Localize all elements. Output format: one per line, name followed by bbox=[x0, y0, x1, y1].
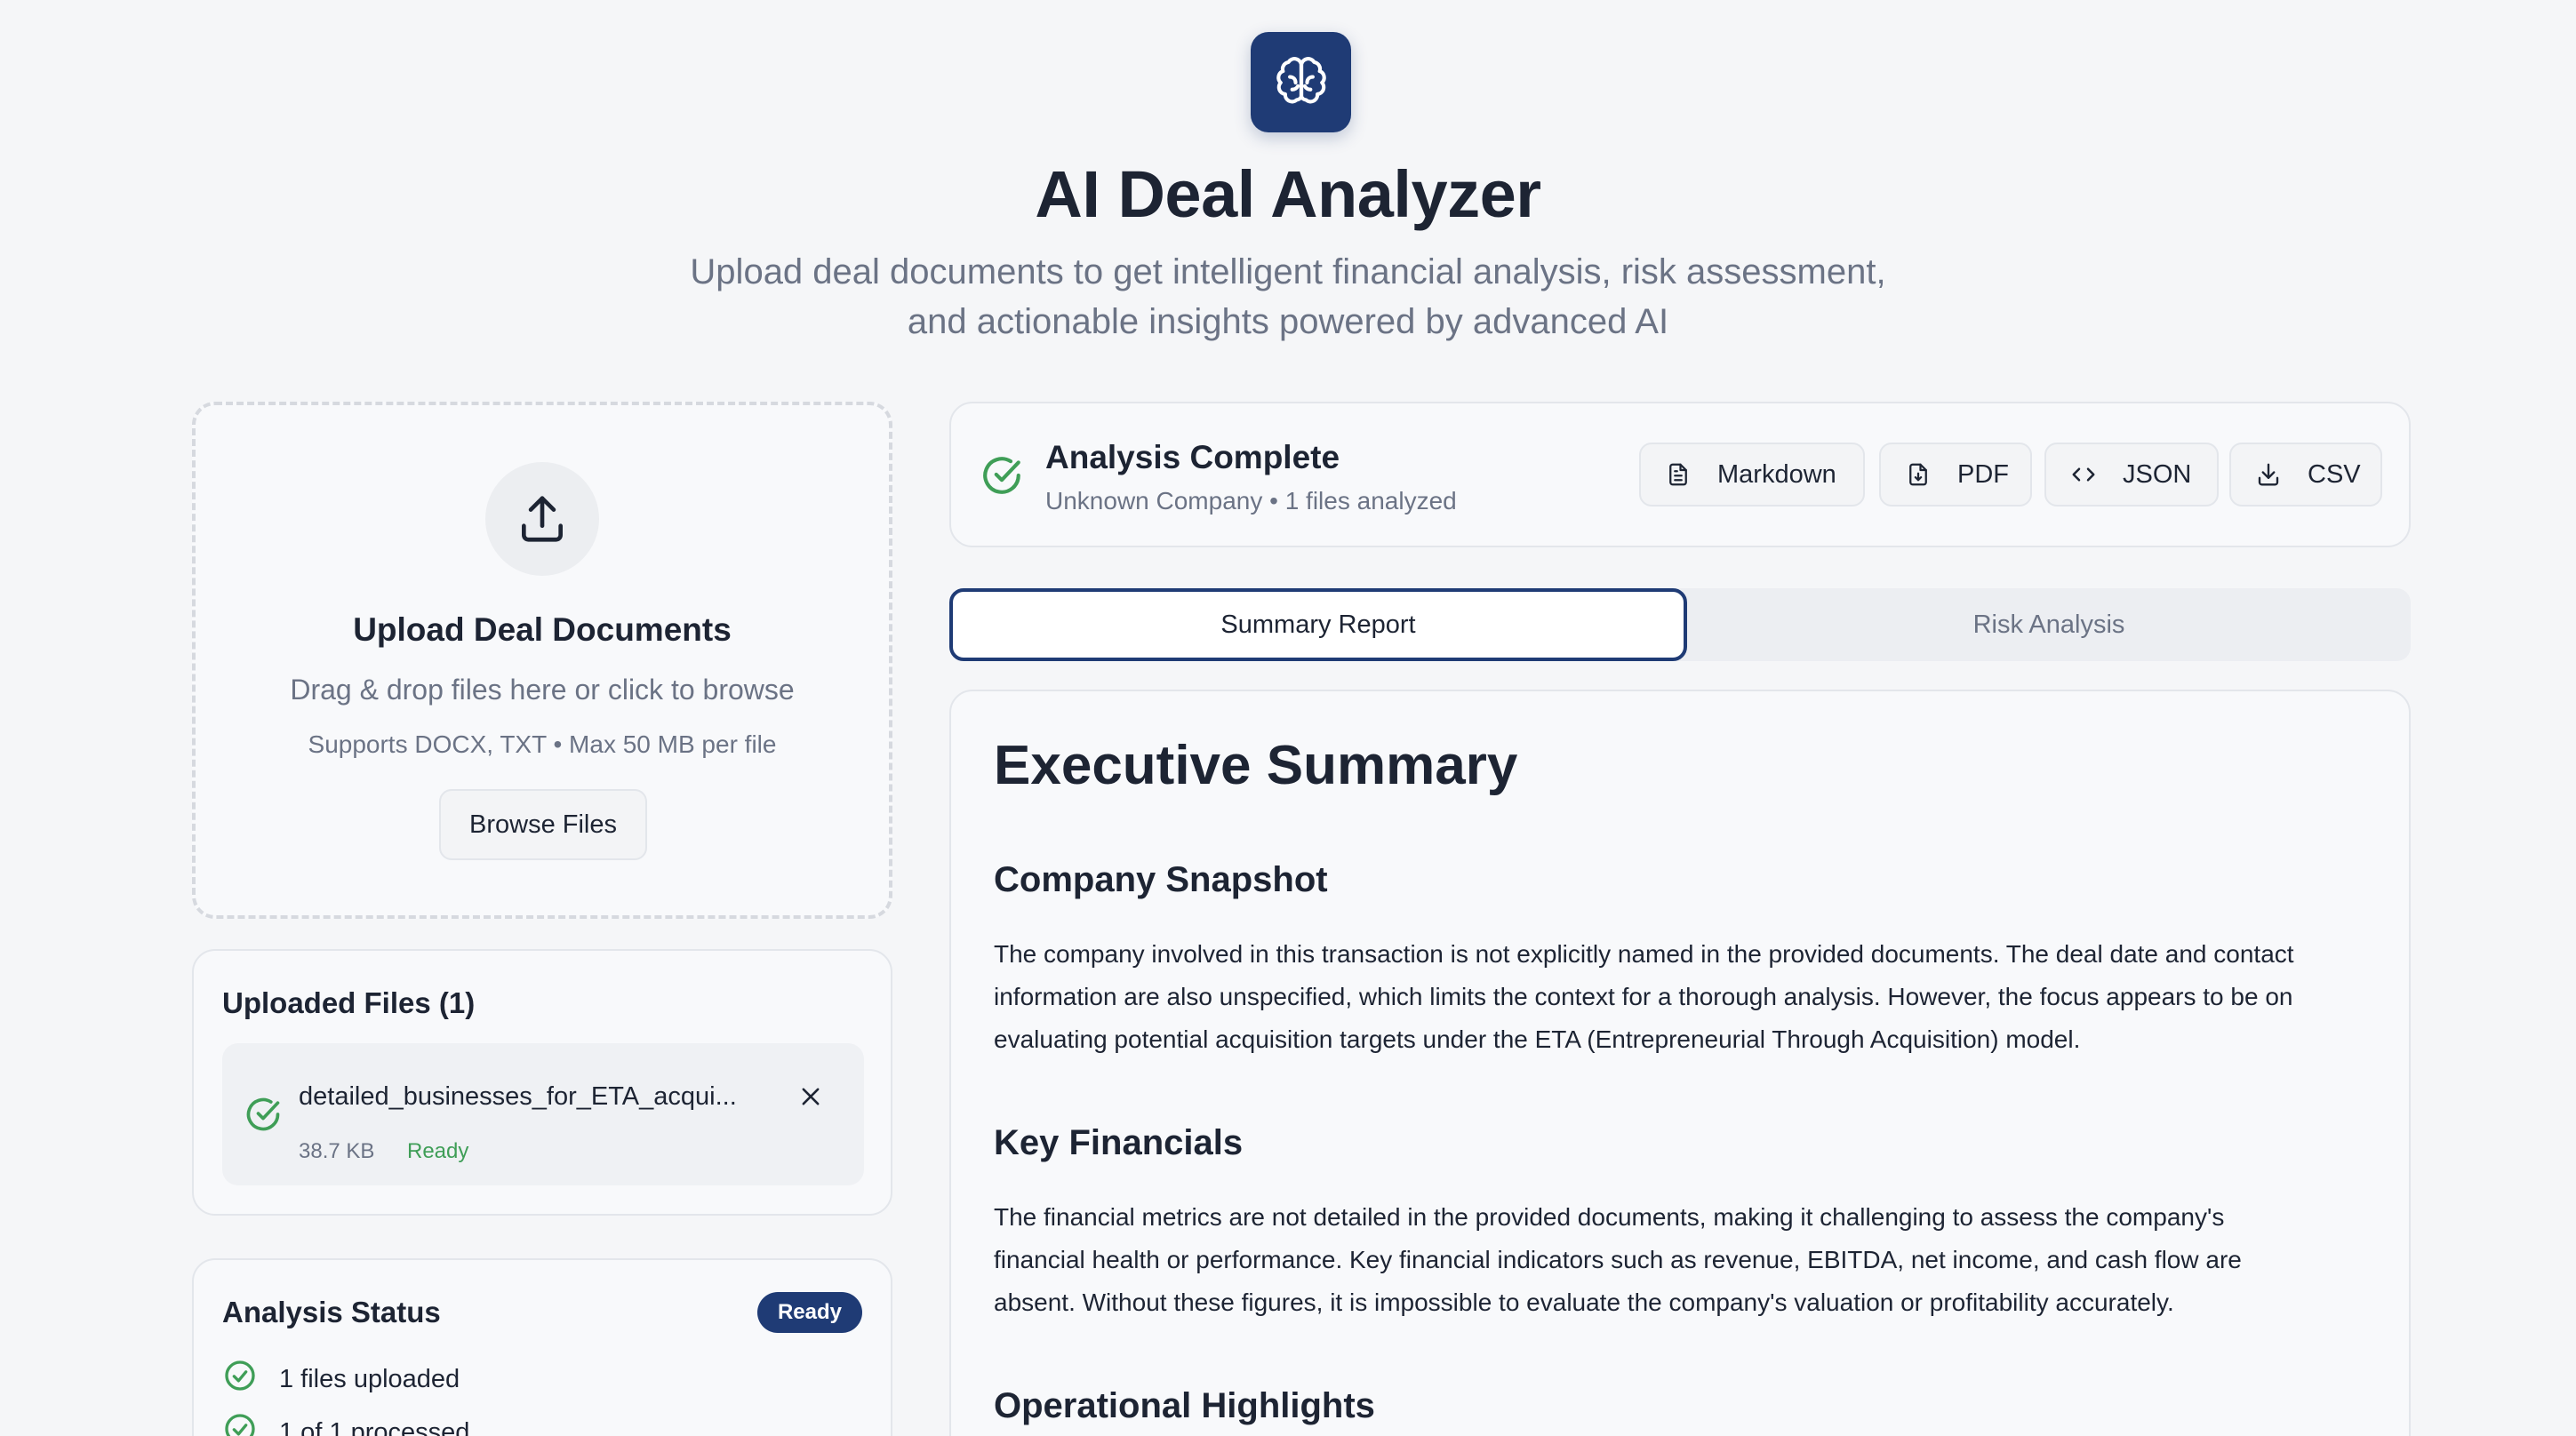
close-icon[interactable] bbox=[793, 1079, 828, 1114]
page-subtitle: Upload deal documents to get intelligent… bbox=[690, 252, 1886, 341]
uploaded-files-panel: Uploaded Files (1) detailed_businesses_f… bbox=[192, 949, 892, 1216]
download-icon bbox=[2254, 460, 2283, 489]
upload-title: Upload Deal Documents bbox=[353, 611, 732, 648]
export-label: Markdown bbox=[1717, 459, 1836, 489]
analysis-complete-subtitle: Unknown Company • 1 files analyzed bbox=[1045, 487, 1457, 515]
report-tabs: Summary Report Risk Analysis bbox=[949, 588, 2411, 661]
check-circle-icon bbox=[222, 1358, 258, 1400]
report-title: Executive Summary bbox=[994, 735, 1518, 796]
section-heading: Key Financials bbox=[994, 1123, 1244, 1162]
export-json-button[interactable]: JSON bbox=[2044, 443, 2219, 507]
paragraph-line: information are also unspecified, which … bbox=[994, 983, 2293, 1010]
status-badge: Ready bbox=[757, 1292, 862, 1333]
check-circle-icon bbox=[244, 1095, 283, 1138]
check-circle-icon bbox=[980, 453, 1024, 502]
code-icon bbox=[2069, 460, 2098, 489]
brain-icon bbox=[1251, 32, 1351, 132]
upload-icon bbox=[485, 462, 599, 576]
export-label: CSV bbox=[2308, 459, 2361, 489]
upload-support-text: Supports DOCX, TXT • Max 50 MB per file bbox=[308, 730, 777, 758]
analysis-complete-bar: Analysis Complete Unknown Company • 1 fi… bbox=[949, 402, 2411, 547]
check-circle-icon bbox=[222, 1411, 258, 1436]
file-text-icon bbox=[1664, 460, 1692, 489]
paragraph-line: The financial metrics are not detailed i… bbox=[994, 1203, 2225, 1231]
uploaded-files-title: Uploaded Files (1) bbox=[222, 986, 476, 1019]
report-panel: Executive Summary Company Snapshot The c… bbox=[949, 690, 2411, 1436]
analysis-complete-title: Analysis Complete bbox=[1045, 439, 1340, 475]
section-paragraph: The company involved in this transaction… bbox=[994, 933, 2380, 1061]
file-download-icon bbox=[1904, 460, 1932, 489]
section-paragraph: The financial metrics are not detailed i… bbox=[994, 1196, 2380, 1324]
status-line: 1 of 1 processed bbox=[222, 1411, 469, 1436]
page-title: AI Deal Analyzer bbox=[1035, 157, 1541, 231]
upload-hint: Drag & drop files here or click to brows… bbox=[290, 674, 795, 706]
status-line-text: 1 files uploaded bbox=[279, 1364, 460, 1393]
analysis-status-title: Analysis Status bbox=[222, 1296, 441, 1328]
export-label: PDF bbox=[1957, 459, 2009, 489]
analysis-status-panel: Analysis Status Ready 1 files uploaded 1… bbox=[192, 1258, 892, 1436]
file-size: 38.7 KB bbox=[299, 1139, 375, 1163]
section-heading: Operational Highlights bbox=[994, 1386, 1375, 1425]
status-line: 1 files uploaded bbox=[222, 1358, 460, 1400]
tab-risk-analysis[interactable]: Risk Analysis bbox=[1687, 588, 2411, 661]
file-status: Ready bbox=[407, 1139, 469, 1163]
section-heading: Company Snapshot bbox=[994, 860, 1328, 899]
file-name: detailed_businesses_for_ETA_acqui... bbox=[299, 1082, 737, 1111]
tab-summary-report[interactable]: Summary Report bbox=[949, 588, 1687, 661]
export-markdown-button[interactable]: Markdown bbox=[1639, 443, 1865, 507]
export-csv-button[interactable]: CSV bbox=[2229, 443, 2382, 507]
file-item: detailed_businesses_for_ETA_acqui... 38.… bbox=[222, 1043, 864, 1185]
export-label: JSON bbox=[2123, 459, 2192, 489]
paragraph-line: financial health or performance. Key fin… bbox=[994, 1246, 2242, 1273]
paragraph-line: absent. Without these figures, it is imp… bbox=[994, 1288, 2174, 1316]
status-line-text: 1 of 1 processed bbox=[279, 1417, 470, 1436]
browse-files-button[interactable]: Browse Files bbox=[439, 789, 647, 860]
paragraph-line: evaluating potential acquisition targets… bbox=[994, 1025, 2081, 1053]
upload-dropzone[interactable]: Upload Deal Documents Drag & drop files … bbox=[192, 402, 892, 919]
export-pdf-button[interactable]: PDF bbox=[1879, 443, 2032, 507]
paragraph-line: The company involved in this transaction… bbox=[994, 940, 2294, 968]
